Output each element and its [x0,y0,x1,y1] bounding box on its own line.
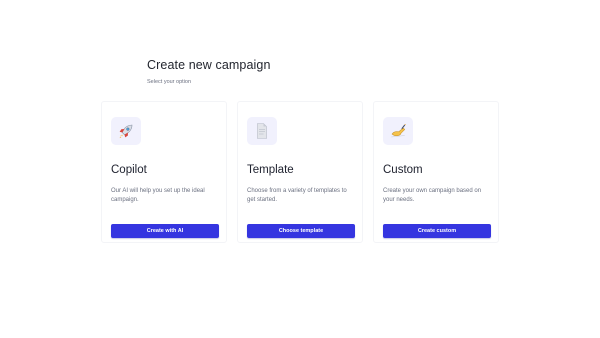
document-icon [247,117,277,145]
custom-card[interactable]: Custom Create your own campaign based on… [373,101,499,243]
page-title: Create new campaign [147,58,271,72]
create-custom-button[interactable]: Create custom [383,224,491,238]
card-title: Template [247,164,294,176]
page-subtitle: Select your option [147,79,192,85]
choose-template-button[interactable]: Choose template [247,224,355,238]
copilot-card[interactable]: Copilot Our AI will help you set up the … [101,101,227,243]
card-description: Create your own campaign based on your n… [383,188,482,203]
page-header: Create new campaign Select your option [147,58,271,85]
option-cards: Copilot Our AI will help you set up the … [101,101,499,243]
card-title: Copilot [111,164,147,176]
writing-hand-icon [383,117,413,145]
card-description: Choose from a variety of templates to ge… [247,188,347,203]
card-description: Our AI will help you set up the ideal ca… [111,188,205,203]
rocket-icon [111,117,141,145]
create-with-ai-button[interactable]: Create with AI [111,224,219,238]
create-campaign-page: Create new campaign Select your option C… [0,0,600,338]
card-title: Custom [383,164,423,176]
template-card[interactable]: Template Choose from a variety of templa… [237,101,363,243]
